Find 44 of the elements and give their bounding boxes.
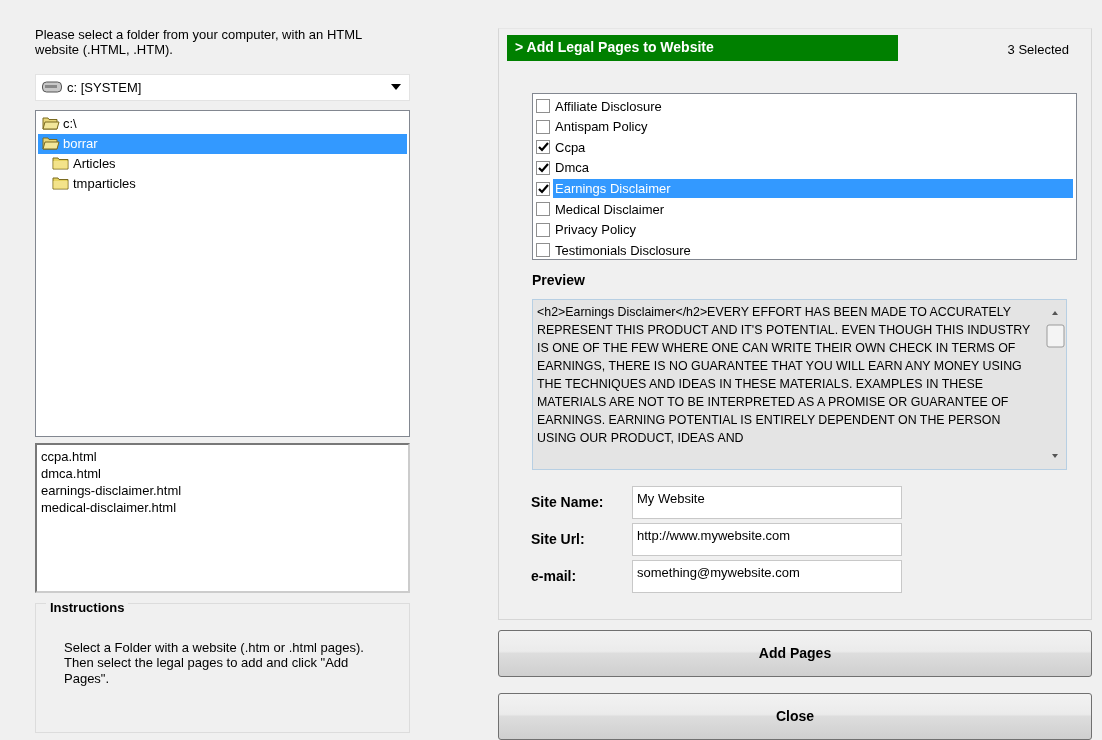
checkbox-label[interactable]: Antispam Policy (553, 117, 1073, 137)
checkbox-label[interactable]: Medical Disclaimer (553, 199, 1073, 219)
folder-icon (52, 156, 70, 172)
checkbox-label[interactable]: Testimonials Disclosure (553, 240, 1073, 261)
checkbox[interactable] (536, 202, 550, 217)
file-item[interactable]: earnings-disclaimer.html (41, 482, 404, 500)
instructions-text: Select a Folder with a website (.htm or .html pages). Then select the legal pages to add and click "Add Pages". (64, 639, 365, 687)
folder-icon (52, 176, 70, 192)
caret-icon (391, 84, 401, 91)
folder-item[interactable]: Articles (38, 153, 407, 174)
field-label: Site Name: (531, 493, 605, 512)
drive-dropdown[interactable]: c: [SYSTEM] (35, 73, 410, 101)
checkbox-label[interactable]: Ccpa (553, 137, 1073, 158)
input-field[interactable]: something@mywebsite.com (632, 560, 902, 593)
folder-item[interactable]: tmparticles (38, 173, 407, 194)
checkbox-label[interactable]: Privacy Policy (553, 220, 1073, 240)
checkbox[interactable] (536, 243, 550, 258)
input-field[interactable]: http://www.mywebsite.com (632, 523, 902, 556)
panel-title: > Add Legal Pages to Website (507, 35, 898, 61)
drive-icon (42, 81, 62, 94)
checkbox[interactable] (536, 181, 550, 196)
field-label: e-mail: (531, 567, 578, 586)
open-folder-icon (42, 136, 60, 152)
selected-count: 3 Selected (1007, 41, 1070, 59)
checkbox[interactable] (536, 222, 550, 237)
drive-value: c: [SYSTEM] (67, 78, 143, 97)
file-item[interactable]: ccpa.html (41, 448, 404, 466)
field-label: Site Url: (531, 530, 586, 549)
checkbox-label[interactable]: Affiliate Disclosure (553, 96, 1073, 117)
checkbox-label[interactable]: Dmca (553, 158, 1073, 178)
file-item[interactable]: dmca.html (41, 465, 404, 483)
file-item[interactable]: medical-disclaimer.html (41, 499, 404, 517)
preview-text: <h2>Earnings Disclaimer</h2>EVERY EFFORT HAS BEEN MADE TO ACCURATELY REPRESENT THIS PRODUCT AND IT'S POTENTIAL. EVEN THOUGH THIS INDUSTRY IS ONE OF THE FEW WHERE ONE CAN WRITE THEIR OWN CHECK IN TERMS OF EARNINGS, THERE IS NO GUARANTEE THAT YOU WILL EARN ANY MONEY USING THE TECHNIQUES AND IDEAS IN THESE MATERIALS. EXAMPLES IN THESE MATERIALS ARE NOT TO BE INTERPRETED AS A PROMISE OR GUARANTEE OF EARNINGS. EARNING POTENTIAL IS ENTIRELY DEPENDENT ON THE PERSON USING OUR PRODUCT, IDEAS AND (536, 304, 1032, 447)
checkbox[interactable] (536, 161, 550, 176)
preview-label: Preview (532, 271, 586, 290)
instruction-text: Please select a folder from your computer, with an HTML website (.HTML, .HTM). (35, 28, 363, 58)
button[interactable]: Add Pages (498, 630, 1092, 677)
input-field[interactable]: My Website (632, 486, 902, 519)
folder-item[interactable]: c:\ (38, 113, 407, 134)
checkbox[interactable] (536, 99, 550, 114)
checkbox[interactable] (536, 140, 550, 155)
button[interactable]: Close (498, 693, 1092, 740)
checkbox[interactable] (536, 119, 550, 134)
open-folder-icon (42, 116, 60, 132)
